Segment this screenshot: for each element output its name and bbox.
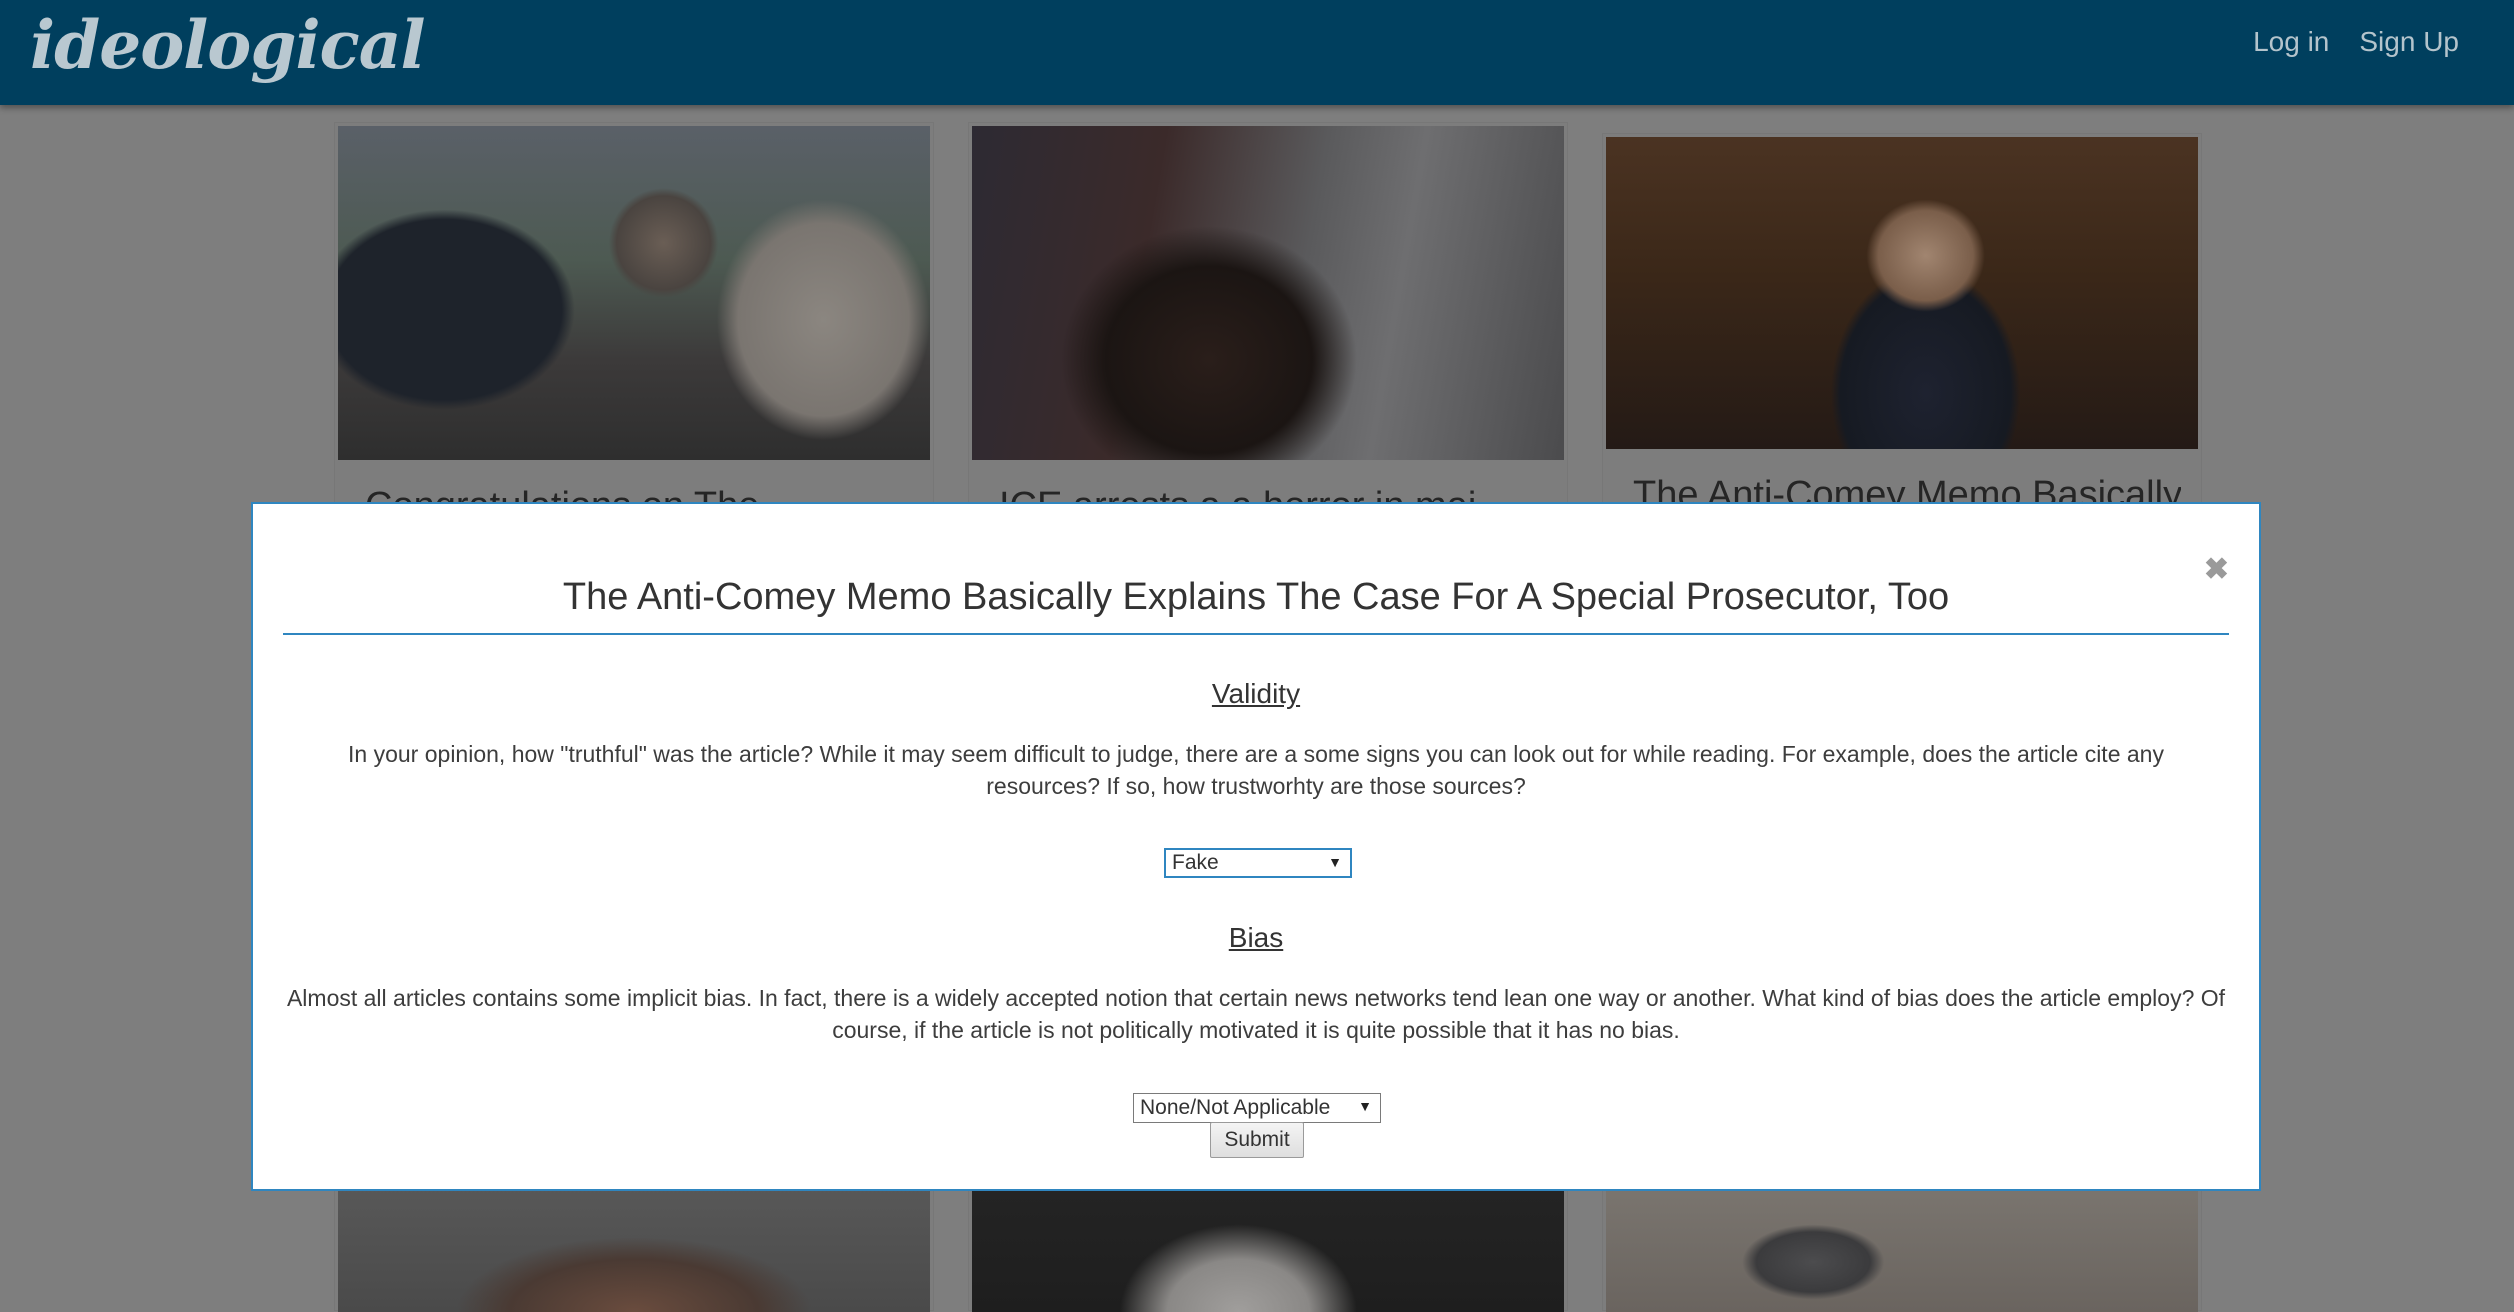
submit-button[interactable]: Submit — [1210, 1122, 1304, 1158]
bias-select-value: None/Not Applicable — [1140, 1096, 1331, 1119]
article-card[interactable]: ICE arrests a a horror in mai — [968, 122, 1568, 527]
bias-heading: Bias — [1228, 922, 1284, 953]
article-image — [972, 1187, 1564, 1312]
article-image — [1606, 137, 2198, 449]
article-card[interactable] — [1602, 1186, 2202, 1312]
article-image — [972, 126, 1564, 460]
nav-links: Log in Sign Up — [2253, 26, 2459, 58]
article-card[interactable] — [968, 1186, 1568, 1312]
article-image — [338, 126, 930, 460]
brand-logo[interactable]: ideological — [30, 6, 426, 84]
validity-select[interactable]: Fake ▼ — [1164, 848, 1352, 878]
validity-heading: Validity — [1211, 678, 1301, 709]
article-card[interactable] — [334, 1186, 934, 1312]
modal-title: The Anti-Comey Memo Basically Explains T… — [562, 576, 1950, 618]
signup-link[interactable]: Sign Up — [2359, 26, 2459, 58]
login-link[interactable]: Log in — [2253, 26, 2329, 58]
rating-modal: ✖ The Anti-Comey Memo Basically Explains… — [251, 502, 2261, 1191]
validity-select-value: Fake — [1172, 851, 1219, 874]
dropdown-arrow-icon: ▼ — [1358, 1098, 1372, 1114]
top-navbar: ideological Log in Sign Up — [0, 0, 2514, 105]
title-divider — [283, 633, 2229, 635]
bias-description: Almost all articles contains some implic… — [286, 985, 2226, 1043]
article-image — [338, 1187, 930, 1312]
dropdown-arrow-icon: ▼ — [1328, 854, 1342, 870]
article-image — [1606, 1187, 2198, 1312]
bias-select[interactable]: None/Not Applicable ▼ — [1133, 1093, 1381, 1123]
article-card[interactable]: Congratulations on The — [334, 122, 934, 527]
article-card[interactable]: The Anti-Comey Memo Basically — [1602, 133, 2202, 523]
validity-description: In your opinion, how "truthful" was the … — [348, 741, 2164, 799]
